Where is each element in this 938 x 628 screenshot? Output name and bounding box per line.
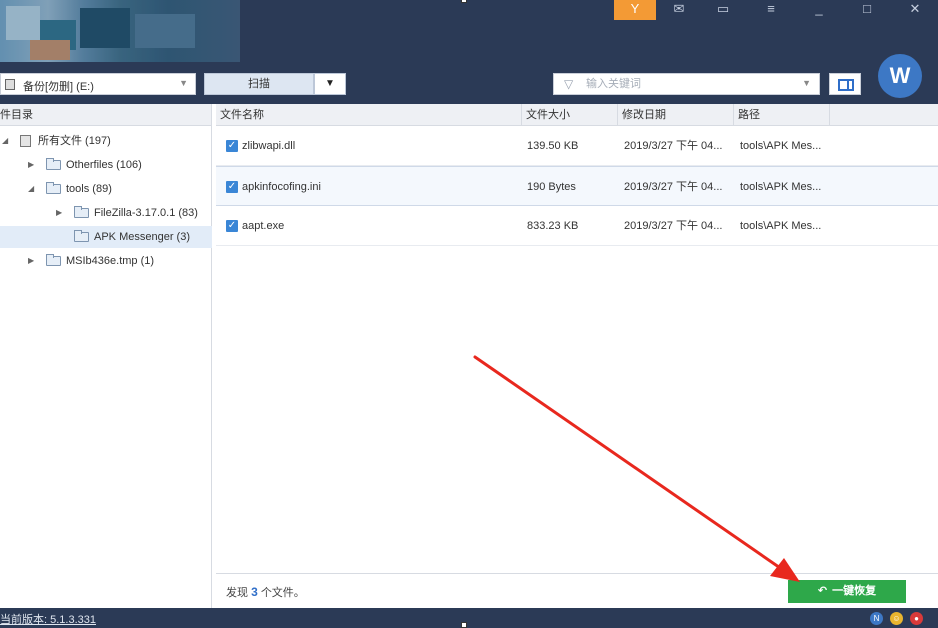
selection-handle bbox=[461, 0, 467, 3]
folder-icon bbox=[46, 182, 61, 194]
close-button[interactable]: ✕ bbox=[900, 0, 930, 20]
avatar[interactable]: W bbox=[878, 54, 922, 98]
checkbox[interactable]: ✓ bbox=[226, 140, 238, 152]
table-row[interactable]: ✓ apkinfocofing.ini 190 Bytes 2019/3/27 … bbox=[216, 166, 938, 206]
feedback-icon[interactable]: ▭ bbox=[708, 0, 738, 20]
expand-icon[interactable]: ▶ bbox=[56, 202, 62, 224]
folder-tree: ◢ 所有文件 (197) ▶ Otherfiles (106) ◢ tools … bbox=[0, 126, 212, 608]
tree-node-label: MSIb436e.tmp (1) bbox=[66, 255, 155, 267]
checkbox[interactable]: ✓ bbox=[226, 181, 238, 193]
version-link[interactable]: 当前版本: 5.1.3.331 bbox=[0, 611, 96, 627]
found-count-text: 发现 3 个文件。 bbox=[226, 584, 305, 600]
status-bar: 发现 3 个文件。 ↶ 一键恢复 bbox=[216, 573, 938, 608]
disk-icon bbox=[5, 79, 15, 90]
selection-handle bbox=[461, 622, 467, 628]
status-suffix: 个文件。 bbox=[260, 587, 305, 599]
hd-icon[interactable]: N bbox=[870, 612, 883, 625]
column-header-path[interactable]: 路径 bbox=[734, 104, 830, 126]
tree-node-label: APK Messenger (3) bbox=[94, 231, 190, 243]
file-size: 190 Bytes bbox=[527, 181, 576, 193]
tree-node-all-files[interactable]: ◢ 所有文件 (197) bbox=[0, 130, 212, 152]
drive-label: 备份[勿删] (E:) bbox=[23, 81, 94, 93]
folder-icon bbox=[46, 254, 61, 266]
view-toggle-button[interactable] bbox=[829, 73, 861, 95]
tree-node-filezilla[interactable]: ▶ FileZilla-3.17.0.1 (83) bbox=[0, 202, 212, 224]
tree-node-label: 所有文件 (197) bbox=[38, 135, 111, 147]
table-row[interactable]: ✓ zlibwapi.dll 139.50 KB 2019/3/27 下午 04… bbox=[216, 126, 938, 166]
drive-select[interactable]: 备份[勿删] (E:) ▼ bbox=[0, 73, 196, 95]
minimize-button[interactable]: _ bbox=[804, 0, 834, 20]
file-date: 2019/3/27 下午 04... bbox=[624, 140, 723, 152]
tree-node-label: FileZilla-3.17.0.1 (83) bbox=[94, 207, 198, 219]
file-name: aapt.exe bbox=[242, 220, 285, 232]
search-field[interactable]: ▽ ▼ bbox=[553, 73, 820, 95]
maximize-button[interactable]: □ bbox=[852, 0, 882, 20]
app-logo bbox=[0, 0, 240, 62]
undo-icon: ↶ bbox=[817, 585, 828, 597]
recover-label: 一键恢复 bbox=[832, 585, 877, 597]
column-header-size[interactable]: 文件大小 bbox=[522, 104, 618, 126]
smile-icon[interactable]: ☺ bbox=[890, 612, 903, 625]
collapse-icon[interactable]: ◢ bbox=[28, 178, 34, 200]
checkbox[interactable]: ✓ bbox=[226, 220, 238, 232]
tree-header: 件目录 bbox=[0, 104, 212, 126]
scan-dropdown-button[interactable]: ▼ bbox=[314, 73, 346, 95]
file-list: ✓ zlibwapi.dll 139.50 KB 2019/3/27 下午 04… bbox=[216, 126, 938, 573]
chevron-down-icon[interactable]: ▼ bbox=[802, 78, 811, 88]
menu-icon[interactable]: ≡ bbox=[756, 0, 786, 20]
tree-node-label: tools (89) bbox=[66, 183, 112, 195]
footer-bar: 当前版本: 5.1.3.331 N ☺ ● bbox=[0, 608, 938, 628]
mail-icon[interactable]: ✉ bbox=[664, 0, 694, 20]
tree-node-label: Otherfiles (106) bbox=[66, 159, 142, 171]
tree-node-tools[interactable]: ◢ tools (89) bbox=[0, 178, 212, 200]
tree-node-otherfiles[interactable]: ▶ Otherfiles (106) bbox=[0, 154, 212, 176]
weibo-icon[interactable]: ● bbox=[910, 612, 923, 625]
expand-icon[interactable]: ▶ bbox=[28, 250, 34, 272]
tree-node-apk-messenger[interactable]: APK Messenger (3) bbox=[0, 226, 212, 248]
file-path: tools\APK Mes... bbox=[740, 181, 822, 193]
file-name: zlibwapi.dll bbox=[242, 140, 296, 152]
skin-icon[interactable]: Y bbox=[614, 0, 656, 20]
file-date: 2019/3/27 下午 04... bbox=[624, 181, 723, 193]
scan-button[interactable]: 扫描 bbox=[204, 73, 314, 95]
tree-node-msib436e[interactable]: ▶ MSIb436e.tmp (1) bbox=[0, 250, 212, 272]
filter-icon: ▽ bbox=[564, 77, 574, 91]
folder-icon bbox=[74, 206, 89, 218]
table-row[interactable]: ✓ aapt.exe 833.23 KB 2019/3/27 下午 04... … bbox=[216, 206, 938, 246]
drive-icon bbox=[20, 135, 31, 147]
folder-icon bbox=[46, 158, 61, 170]
panel-icon bbox=[838, 79, 854, 91]
search-input[interactable] bbox=[586, 76, 786, 92]
folder-icon bbox=[74, 230, 89, 242]
collapse-icon[interactable]: ◢ bbox=[2, 130, 8, 152]
file-name: apkinfocofing.ini bbox=[242, 181, 321, 193]
chevron-down-icon: ▼ bbox=[179, 78, 188, 88]
found-count: 3 bbox=[251, 585, 258, 599]
recover-button[interactable]: ↶ 一键恢复 bbox=[788, 580, 906, 603]
file-date: 2019/3/27 下午 04... bbox=[624, 220, 723, 232]
file-size: 833.23 KB bbox=[527, 220, 579, 232]
column-header-name[interactable]: 文件名称 bbox=[216, 104, 522, 126]
file-path: tools\APK Mes... bbox=[740, 140, 822, 152]
file-path: tools\APK Mes... bbox=[740, 220, 822, 232]
file-list-header: 文件名称 文件大小 修改日期 路径 bbox=[216, 104, 938, 126]
expand-icon[interactable]: ▶ bbox=[28, 154, 34, 176]
file-size: 139.50 KB bbox=[527, 140, 579, 152]
column-header-date[interactable]: 修改日期 bbox=[618, 104, 734, 126]
status-prefix: 发现 bbox=[226, 587, 248, 599]
